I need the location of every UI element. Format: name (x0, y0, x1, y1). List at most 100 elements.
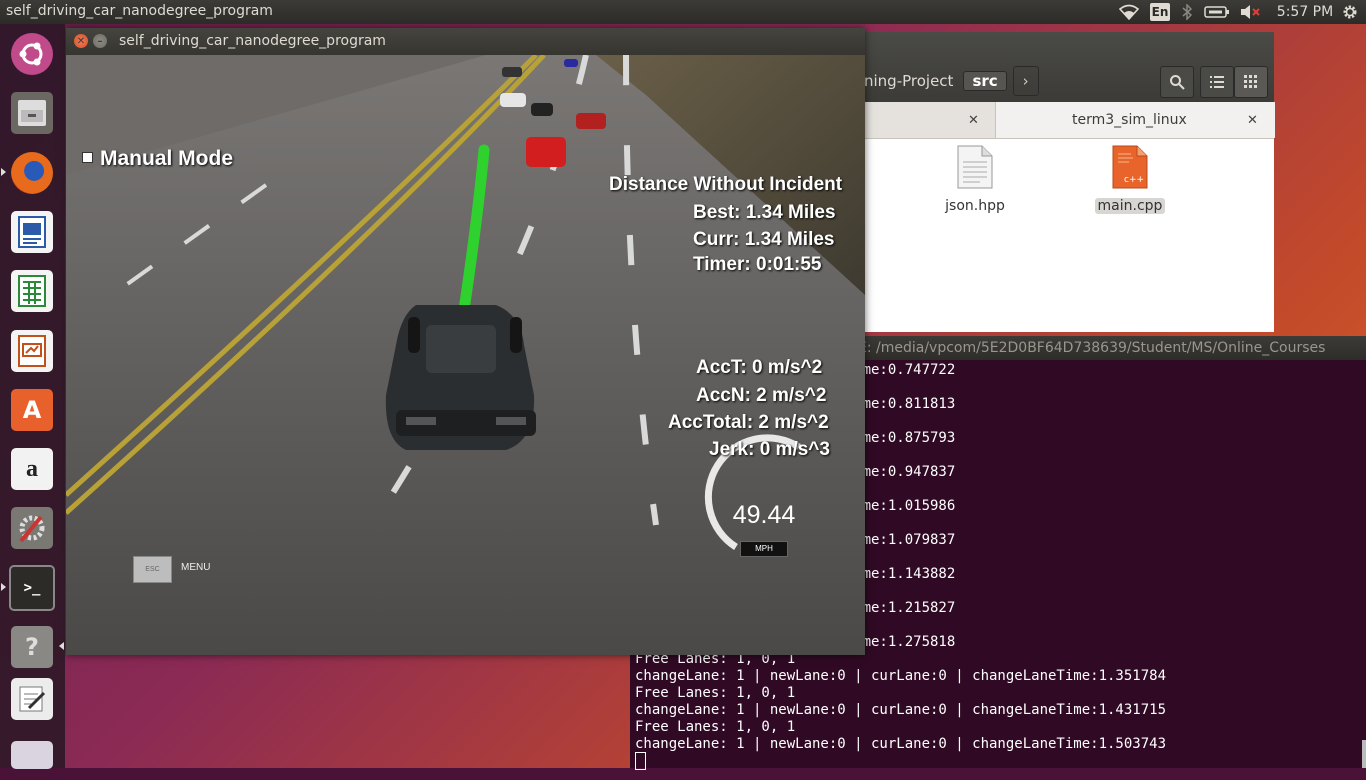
presentation-icon (11, 330, 53, 372)
window-title: self_driving_car_nanodegree_program (119, 33, 386, 49)
acc-total: AccTotal: 2 m/s^2 (668, 412, 829, 433)
tab-src[interactable]: ✕ (864, 102, 994, 138)
path-forward-chevron[interactable]: › (1012, 66, 1039, 96)
ego-car (385, 305, 536, 450)
grid-view-button[interactable] (1234, 66, 1268, 98)
simulator-titlebar: ✕ – self_driving_car_nanodegree_program (66, 28, 865, 55)
top-panel: self_driving_car_nanodegree_program En 5… (0, 0, 1366, 24)
firefox-icon (11, 152, 53, 194)
acc-n: AccN: 2 m/s^2 (696, 385, 827, 406)
file-name: json.hpp (945, 198, 1005, 214)
writer-launcher[interactable] (7, 207, 57, 257)
current-distance: Curr: 1.34 Miles (693, 229, 835, 250)
file-manager-header: ning-Project src › (864, 32, 1274, 102)
firefox-launcher[interactable] (7, 148, 57, 198)
tab-label: term3_sim_linux (1072, 112, 1187, 128)
close-icon[interactable]: ✕ (968, 113, 979, 128)
menu-label[interactable]: MENU (181, 562, 210, 573)
text-editor-launcher[interactable] (7, 674, 57, 724)
close-icon[interactable]: ✕ (1247, 113, 1258, 128)
simulator-window: ✕ – self_driving_car_nanodegree_program (66, 28, 865, 655)
help-question-icon: ? (11, 626, 53, 668)
esc-menu-button[interactable]: ESC (133, 556, 172, 583)
terminal-launcher[interactable]: >_ (7, 563, 57, 613)
battery-icon[interactable] (1203, 3, 1231, 21)
ubuntu-dash-button[interactable] (7, 29, 57, 79)
active-app-title: self_driving_car_nanodegree_program (6, 3, 273, 19)
running-indicator (59, 642, 64, 650)
bluetooth-icon[interactable] (1180, 3, 1194, 21)
terminal-scrollbar[interactable] (1362, 740, 1366, 768)
file-cabinet-icon (11, 92, 53, 134)
wifi-icon[interactable] (1118, 3, 1140, 21)
manual-mode-checkbox[interactable] (82, 152, 93, 163)
traffic-car (576, 113, 606, 129)
traffic-car (526, 137, 566, 167)
traffic-car (564, 59, 578, 67)
calc-launcher[interactable] (7, 266, 57, 316)
file-item-selected[interactable]: c++ main.cpp (1085, 144, 1175, 214)
impress-launcher[interactable] (7, 326, 57, 376)
speed-unit: MPH (740, 541, 788, 557)
running-indicator (1, 583, 6, 591)
spreadsheet-icon (11, 270, 53, 312)
keyboard-layout-indicator[interactable]: En (1150, 3, 1170, 21)
trash-launcher[interactable] (7, 730, 57, 780)
clock[interactable]: 5:57 PM (1275, 3, 1335, 21)
text-editor-icon (11, 678, 53, 720)
ubuntu-logo-icon (11, 33, 53, 75)
system-settings-launcher[interactable] (7, 503, 57, 553)
running-indicator (1, 168, 6, 176)
path-segment[interactable]: ning-Project (864, 66, 963, 96)
speed-value: 49.44 (732, 501, 796, 529)
manual-mode-label[interactable]: Manual Mode (100, 147, 233, 171)
list-view-icon (1210, 76, 1224, 88)
tab-bar: ✕ term3_sim_linux ✕ (864, 102, 1275, 139)
minimize-window-button[interactable]: – (93, 34, 107, 48)
terminal-line: changeLane: 1 | newLane:0 | curLane:0 | … (635, 736, 1167, 752)
writer-document-icon (11, 211, 53, 253)
close-window-button[interactable]: ✕ (74, 34, 88, 48)
path-segment-current[interactable]: src (963, 71, 1007, 91)
stacked-papers-icon (11, 741, 53, 769)
settings-wrench-icon (11, 507, 53, 549)
file-manager-window: ning-Project src › ✕ term3_sim_linux ✕ j… (864, 32, 1275, 332)
search-icon (1170, 75, 1185, 90)
help-launcher[interactable]: ? (7, 622, 57, 672)
jerk: Jerk: 0 m/s^3 (709, 439, 830, 460)
distance-heading: Distance Without Incident (609, 174, 843, 195)
cpp-file-icon: c++ (1112, 145, 1148, 189)
minimize-icon: – (97, 35, 103, 47)
search-button[interactable] (1160, 66, 1194, 98)
launcher: A a >_ ? (0, 24, 65, 769)
shopping-bag-icon: A (11, 389, 53, 431)
file-name: main.cpp (1094, 198, 1166, 214)
close-icon: ✕ (76, 35, 86, 47)
terminal-cursor (635, 752, 646, 770)
traffic-car (502, 67, 522, 77)
traffic-car (500, 93, 526, 107)
tab-term3-sim-linux[interactable]: term3_sim_linux ✕ (995, 102, 1275, 138)
amazon-icon: a (11, 448, 53, 490)
terminal-line: changeLane: 1 | newLane:0 | curLane:0 | … (635, 702, 1167, 718)
grid-view-icon (1244, 75, 1257, 88)
text-file-icon (957, 145, 993, 189)
timer: Timer: 0:01:55 (693, 254, 822, 275)
terminal-title: E: /media/vpcom/5E2D0BF64D738639/Student… (858, 340, 1326, 356)
software-center-launcher[interactable]: A (7, 385, 57, 435)
gear-icon[interactable] (1340, 3, 1360, 21)
amazon-launcher[interactable]: a (7, 444, 57, 494)
files-launcher[interactable] (7, 88, 57, 138)
traffic-car (531, 103, 553, 116)
file-item[interactable]: json.hpp (930, 144, 1020, 214)
cpp-badge: c++ (1124, 175, 1144, 185)
path-bar: ning-Project src › (864, 66, 1039, 96)
acc-t: AccT: 0 m/s^2 (696, 357, 823, 378)
best-distance: Best: 1.34 Miles (693, 202, 836, 223)
volume-muted-icon[interactable] (1238, 3, 1262, 21)
simulator-viewport: Manual Mode Distance Without Incident Be… (66, 55, 865, 655)
terminal-line: Free Lanes: 1, 0, 1 (635, 719, 796, 735)
terminal-line: changeLane: 1 | newLane:0 | curLane:0 | … (635, 668, 1167, 684)
list-view-button[interactable] (1200, 66, 1234, 98)
terminal-line: Free Lanes: 1, 0, 1 (635, 685, 796, 701)
